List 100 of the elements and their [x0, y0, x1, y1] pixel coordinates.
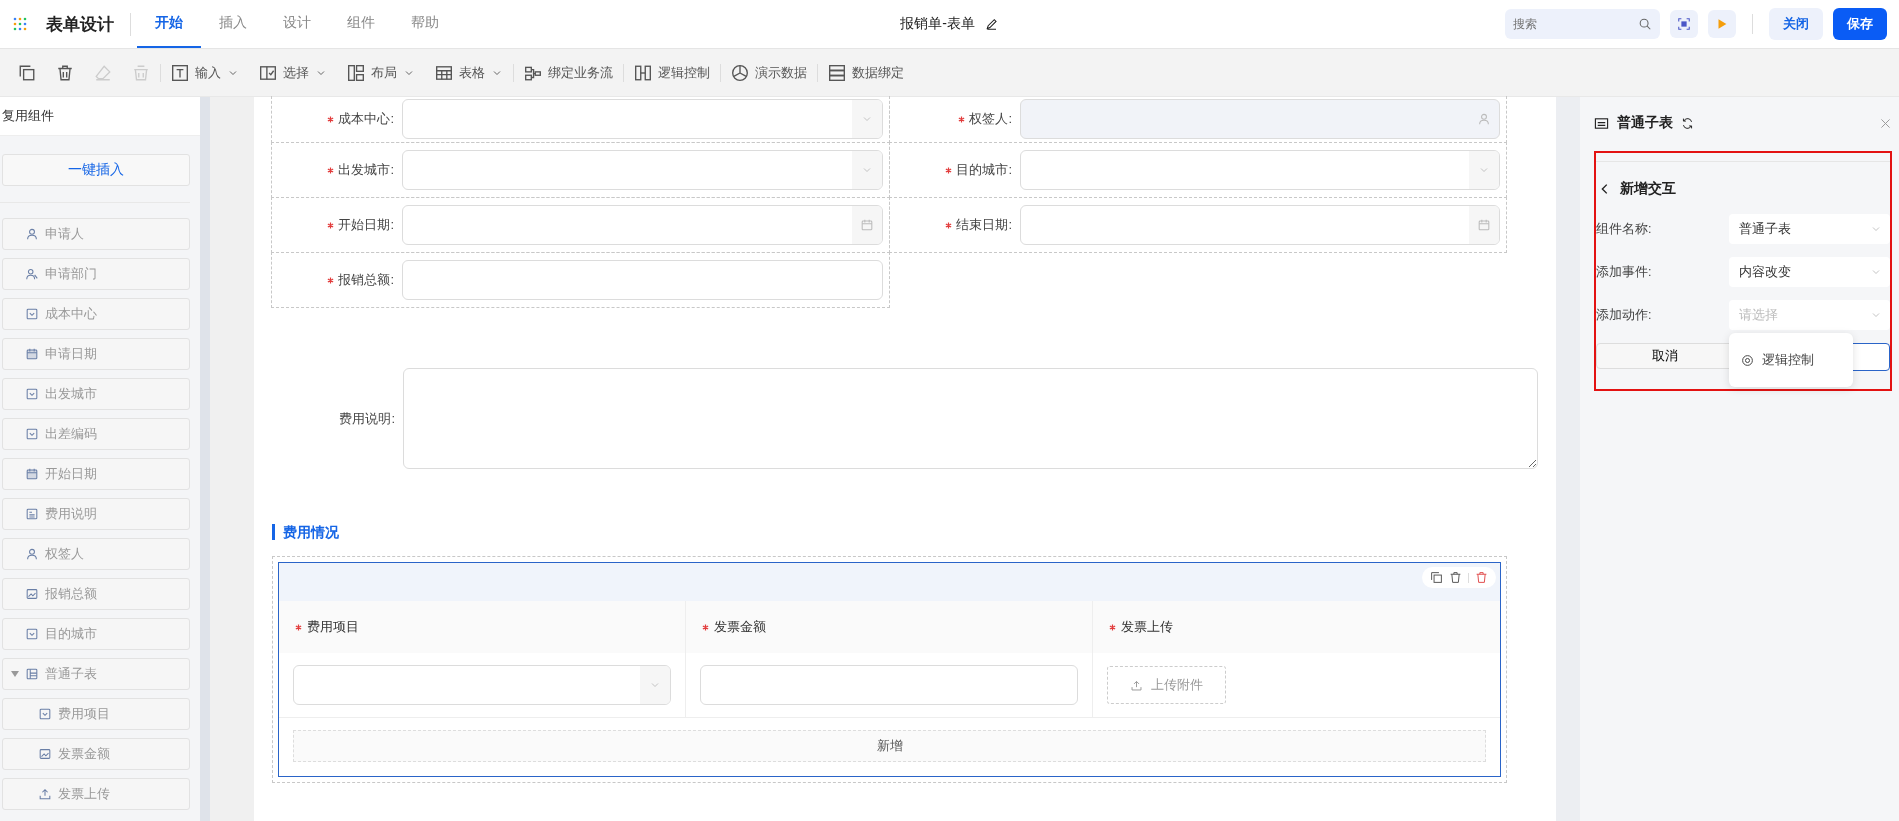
column-header: 发票上传	[1121, 618, 1173, 636]
dropdown-box-icon	[25, 427, 39, 441]
component-item[interactable]: 目的城市	[2, 618, 190, 650]
expand-triangle-icon[interactable]	[11, 671, 19, 677]
search-icon	[1638, 17, 1652, 31]
database-icon	[828, 63, 846, 82]
edit-icon	[984, 17, 999, 31]
toolbar-button[interactable]: 数据绑定	[818, 57, 914, 88]
select-field[interactable]: 普通子表	[1729, 214, 1890, 244]
trash-icon	[132, 63, 150, 82]
text-box-icon	[25, 507, 39, 521]
copy-icon	[1430, 571, 1443, 584]
document-title: 报销单-表单	[900, 15, 975, 33]
component-item[interactable]: 普通子表	[2, 658, 190, 690]
toolbar-button[interactable]: 逻辑控制	[624, 57, 720, 88]
menu-tab[interactable]: 设计	[265, 0, 329, 48]
panel-title: 复用组件	[2, 107, 54, 125]
add-row-button[interactable]: 新增	[293, 730, 1486, 762]
image-box-icon	[25, 587, 39, 601]
toolbar-button[interactable]: 演示数据	[721, 57, 817, 88]
dropdown-box-icon	[25, 307, 39, 321]
input-field[interactable]	[700, 665, 1078, 705]
run-button[interactable]	[1708, 10, 1736, 38]
field-label: 权签人:	[969, 110, 1012, 128]
select-field[interactable]	[1020, 150, 1500, 190]
component-item[interactable]: 出发城市	[2, 378, 190, 410]
textarea-field[interactable]	[403, 368, 1538, 469]
logic-icon	[634, 63, 652, 82]
component-item[interactable]: 费用说明	[2, 498, 190, 530]
select-field[interactable]	[402, 150, 883, 190]
component-item[interactable]: 申请日期	[2, 338, 190, 370]
app-title: 表单设计	[46, 12, 131, 36]
field-label: 费用说明:	[339, 409, 395, 428]
field-label: 添加事件:	[1596, 264, 1652, 279]
input-field[interactable]	[402, 260, 883, 300]
select-field[interactable]	[293, 665, 671, 705]
upload-icon	[1130, 678, 1143, 692]
dropdown-box-icon	[25, 387, 39, 401]
component-item[interactable]: 成本中心	[2, 298, 190, 330]
field-label: 添加动作:	[1596, 307, 1652, 322]
field-label: 组件名称:	[1596, 221, 1652, 236]
table-icon	[25, 667, 39, 681]
section-title: 费用情况	[272, 524, 1538, 540]
trash-icon	[1475, 571, 1488, 584]
table-icon	[1594, 115, 1609, 131]
insert-all-button[interactable]: 一键插入	[2, 154, 190, 186]
search-field[interactable]: 搜索	[1505, 9, 1660, 39]
toolbar-button[interactable]: 输入	[161, 57, 249, 88]
field-label: 成本中心:	[338, 110, 394, 128]
checkbox-list-icon	[259, 63, 277, 82]
component-item[interactable]: 申请人	[2, 218, 190, 250]
trash-icon	[1449, 571, 1462, 584]
toolbar-button[interactable]: 选择	[249, 57, 337, 88]
column-header: 费用项目	[307, 618, 359, 636]
calendar-icon	[1477, 218, 1491, 232]
date-field[interactable]	[402, 205, 883, 245]
upload-icon	[38, 787, 52, 801]
preview-button[interactable]	[1670, 10, 1698, 38]
component-item[interactable]: 发票上传	[2, 778, 190, 810]
toolbar-button[interactable]: 布局	[337, 57, 425, 88]
component-item[interactable]: 出差编码	[2, 418, 190, 450]
back-link[interactable]: 新增交互	[1598, 180, 1676, 198]
component-item[interactable]: 费用项目	[2, 698, 190, 730]
menu-tab[interactable]: 插入	[201, 0, 265, 48]
field-label: 报销总额:	[338, 271, 394, 289]
component-item[interactable]: 权签人	[2, 538, 190, 570]
close-button[interactable]: 关闭	[1769, 8, 1823, 40]
component-item[interactable]: 开始日期	[2, 458, 190, 490]
person-picker-field[interactable]	[1020, 99, 1500, 139]
target-icon	[1741, 353, 1754, 367]
person-icon	[25, 547, 39, 561]
refresh-icon	[1681, 116, 1694, 130]
save-button[interactable]: 保存	[1833, 8, 1887, 40]
toolbar-button[interactable]: 表格	[425, 57, 513, 88]
table-icon	[435, 63, 453, 82]
layout-icon	[347, 63, 365, 82]
toolbar-button[interactable]: 绑定业务流	[514, 57, 623, 88]
menu-tab[interactable]: 帮助	[393, 0, 457, 48]
menu-tab[interactable]: 组件	[329, 0, 393, 48]
people-icon	[25, 267, 39, 281]
component-item[interactable]: 发票金额	[2, 738, 190, 770]
dropdown-box-icon	[25, 627, 39, 641]
field-label: 开始日期:	[338, 216, 394, 234]
dropdown-box-icon	[38, 707, 52, 721]
apps-grid-icon	[12, 16, 28, 32]
select-field[interactable]: 内容改变	[1729, 257, 1890, 287]
eraser-icon	[94, 63, 112, 82]
upload-button[interactable]: 上传附件	[1107, 666, 1226, 704]
person-icon	[25, 227, 39, 241]
calendar-icon	[25, 467, 39, 481]
component-item[interactable]: 报销总额	[2, 578, 190, 610]
field-label: 目的城市:	[956, 161, 1012, 179]
date-field[interactable]	[1020, 205, 1500, 245]
field-label: 出发城市:	[338, 161, 394, 179]
select-field[interactable]	[402, 99, 883, 139]
column-header: 发票金额	[714, 618, 766, 636]
select-field[interactable]: 请选择	[1729, 300, 1890, 330]
component-item[interactable]: 申请部门	[2, 258, 190, 290]
calendar-icon	[860, 218, 874, 232]
scan-icon	[1677, 17, 1691, 31]
